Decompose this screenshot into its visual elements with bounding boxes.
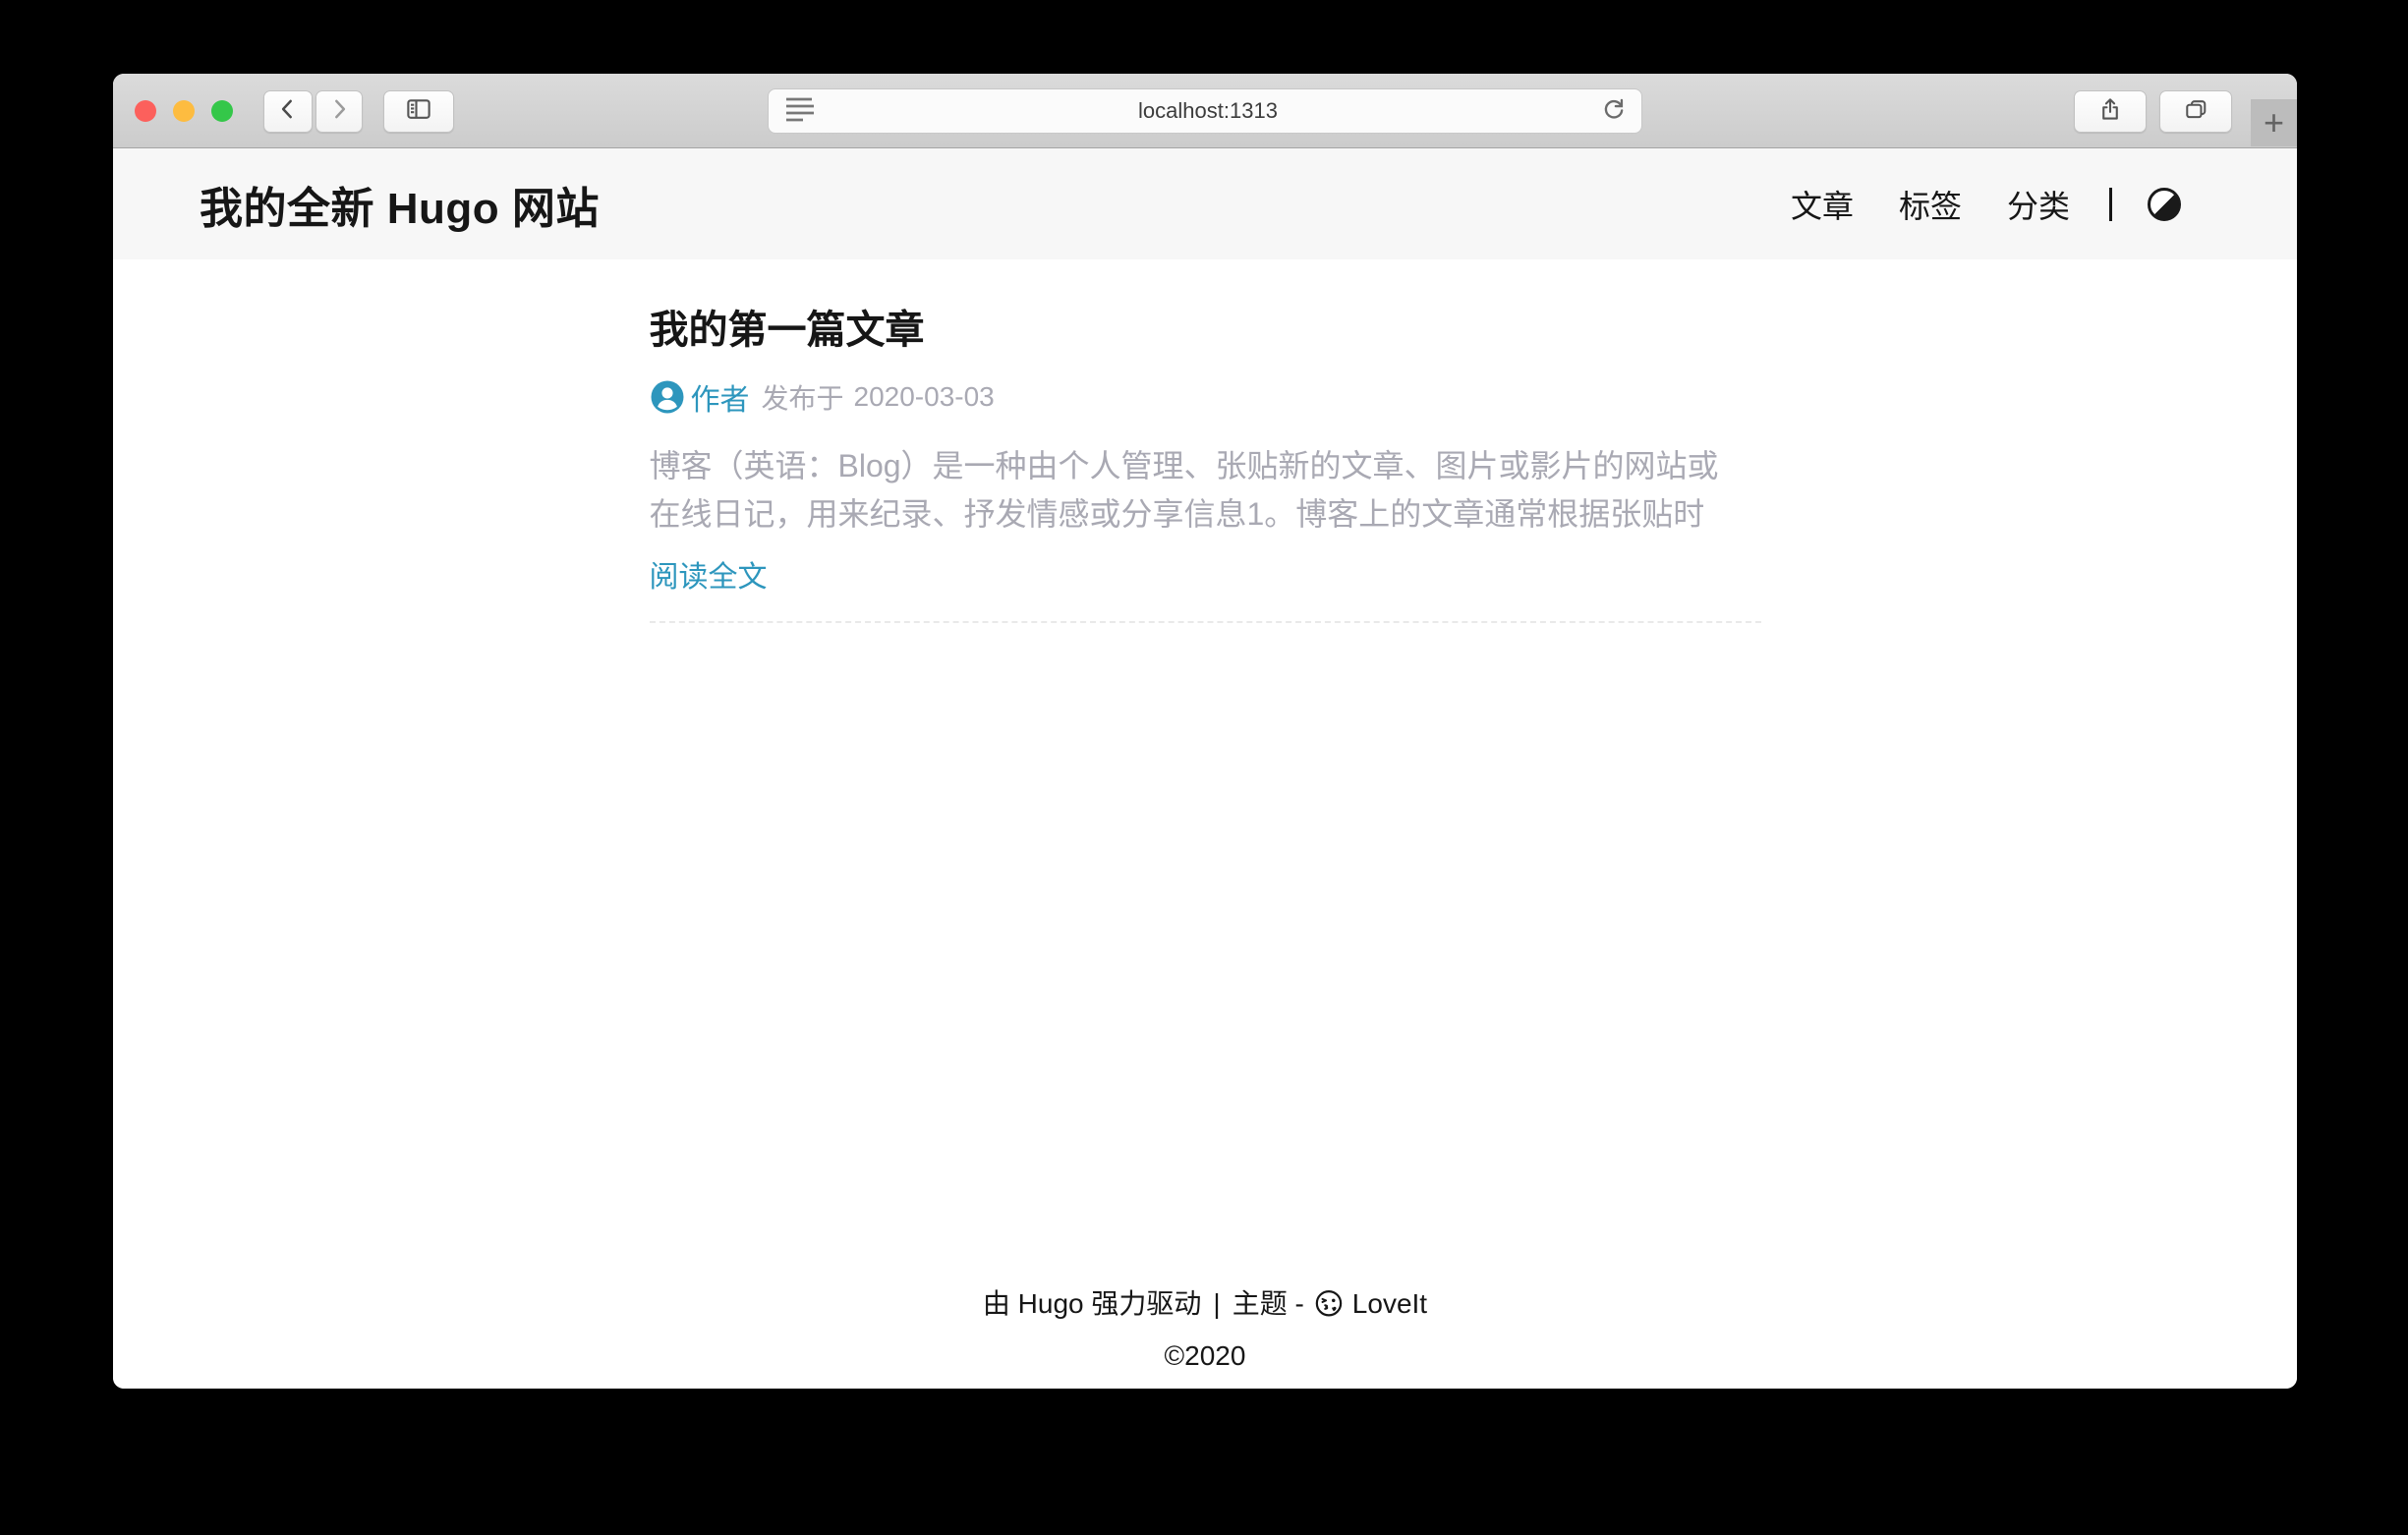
forward-button[interactable]	[315, 90, 363, 133]
back-chevron-icon	[275, 96, 301, 127]
theme-name-text: LoveIt	[1352, 1288, 1427, 1319]
forward-chevron-icon	[326, 96, 352, 127]
site-title[interactable]: 我的全新 Hugo 网站	[200, 173, 600, 236]
copyright-line: ©2020	[113, 1333, 2297, 1379]
post-summary-text: 博客（英语：Blog）是一种由个人管理、张贴新的文章、图片或影片的网站或 在线日…	[650, 442, 1761, 539]
nav-item-categories[interactable]: 分类	[2007, 182, 2070, 227]
share-icon	[2096, 95, 2124, 128]
page-content: 我的第一篇文章 作者 发布于 2020-03-03 博客（英语：Blog）是一种…	[113, 259, 2297, 1389]
browser-window: localhost:1313	[113, 74, 2297, 1389]
site-header: 我的全新 Hugo 网站 文章 标签 分类	[113, 148, 2297, 259]
tabs-icon	[2183, 96, 2209, 128]
site-footer: 由 Hugo 强力驱动 | 主题 - LoveIt ©2020	[113, 1280, 2297, 1379]
powered-by-text: 由 Hugo 强力驱动	[983, 1288, 1202, 1319]
read-more-link[interactable]: 阅读全文	[650, 552, 768, 596]
new-tab-button[interactable]: +	[2251, 99, 2297, 146]
zoom-window-button[interactable]	[211, 100, 233, 122]
post-meta: 作者 发布于 2020-03-03	[650, 375, 1761, 419]
traffic-lights	[135, 100, 233, 122]
sidebar-toggle-button[interactable]	[383, 90, 454, 133]
reload-icon[interactable]	[1600, 95, 1628, 128]
sidebar-icon	[404, 94, 433, 129]
back-button[interactable]	[263, 90, 313, 133]
kiss-face-icon	[1314, 1286, 1345, 1333]
url-text[interactable]: localhost:1313	[816, 98, 1600, 124]
published-label: 发布于	[762, 377, 844, 417]
address-bar[interactable]: localhost:1313	[768, 88, 1642, 134]
theme-contrast-icon	[2148, 188, 2181, 221]
theme-prefix-text: 主题 -	[1233, 1288, 1304, 1319]
tab-overview-button[interactable]	[2159, 90, 2232, 133]
author-link[interactable]: 作者	[691, 375, 750, 419]
post-divider	[650, 621, 1761, 623]
main-nav: 文章 标签 分类	[1746, 182, 2181, 227]
reader-view-icon[interactable]	[782, 95, 816, 127]
nav-divider	[2109, 188, 2112, 221]
footer-line: 由 Hugo 强力驱动 | 主题 - LoveIt	[113, 1280, 2297, 1333]
browser-toolbar: localhost:1313	[113, 74, 2297, 148]
published-date: 2020-03-03	[854, 381, 995, 413]
post-summary-card: 我的第一篇文章 作者 发布于 2020-03-03 博客（英语：Blog）是一种…	[650, 259, 1761, 623]
nav-item-posts[interactable]: 文章	[1791, 182, 1854, 227]
nav-item-tags[interactable]: 标签	[1899, 182, 1962, 227]
share-button[interactable]	[2074, 90, 2147, 133]
author-avatar-icon	[650, 379, 685, 415]
minimize-window-button[interactable]	[173, 100, 195, 122]
post-title[interactable]: 我的第一篇文章	[650, 309, 925, 352]
footer-separator: |	[1213, 1288, 1220, 1319]
close-window-button[interactable]	[135, 100, 156, 122]
theme-toggle-button[interactable]	[2148, 188, 2181, 221]
